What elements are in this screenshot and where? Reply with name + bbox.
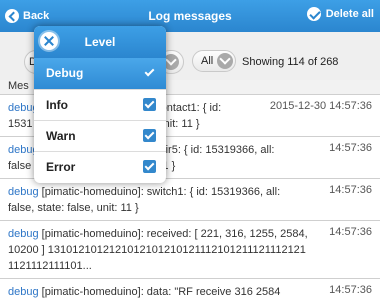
log-level: debug (8, 186, 39, 198)
check-icon (306, 7, 321, 21)
log-text: [pimatic-homeduino]: data: "RF receive 3… (38, 286, 281, 298)
log-datetime: 14:57:36 (329, 226, 372, 238)
level-popup: Level Debug Info Warn Error (34, 26, 166, 183)
log-entry: debug [pimatic-homeduino]: received: [ 2… (0, 220, 380, 279)
delete-all-button[interactable]: Delete all (306, 7, 374, 21)
popup-title: Level (84, 35, 116, 49)
log-text: [pimatic-homeduino]: received: [ 221, 31… (8, 228, 308, 272)
log-datetime: 14:57:36 (329, 284, 372, 296)
log-entry: debug [pimatic-homeduino]: switch1: { id… (0, 178, 380, 221)
tag-select-value: All (201, 55, 214, 67)
log-level: debug (8, 228, 39, 240)
log-text: ir5: { id: 15319366, all: (165, 144, 275, 156)
log-entry: debug [pimatic-homeduino]: data: "RF rec… (0, 278, 380, 301)
option-label: Warn (46, 129, 76, 143)
log-text: [pimatic-homeduino]: switch1: { id: 1531… (8, 186, 281, 214)
delete-all-label: Delete all (325, 8, 374, 20)
level-option-error[interactable]: Error (34, 151, 166, 182)
checkbox-checked-icon[interactable] (143, 160, 156, 173)
log-text-line2: false (8, 160, 32, 172)
tag-select[interactable]: All (192, 50, 236, 72)
level-option-warn[interactable]: Warn (34, 120, 166, 151)
log-datetime: 14:57:36 (329, 142, 372, 154)
option-label: Error (46, 160, 76, 174)
option-label: Debug (46, 66, 84, 80)
checkbox-checked-icon[interactable] (143, 98, 156, 111)
option-label: Info (46, 98, 68, 112)
log-datetime: 14:57:36 (329, 184, 372, 196)
checkbox-checked-icon[interactable] (143, 66, 156, 79)
chevron-down-icon (217, 53, 234, 69)
checkbox-checked-icon[interactable] (143, 129, 156, 142)
list-header: Mes (8, 80, 29, 92)
log-text: ontact1: { id: (160, 102, 222, 114)
log-datetime: 2015-12-30 14:57:36 (269, 100, 372, 112)
level-option-info[interactable]: Info (34, 89, 166, 120)
level-option-debug[interactable]: Debug (34, 58, 166, 89)
log-level: debug (8, 286, 39, 298)
showing-count: Showing 114 of 268 (242, 56, 339, 68)
log-text-line2: 1531 (8, 118, 33, 130)
popup-header: Level (34, 26, 166, 58)
